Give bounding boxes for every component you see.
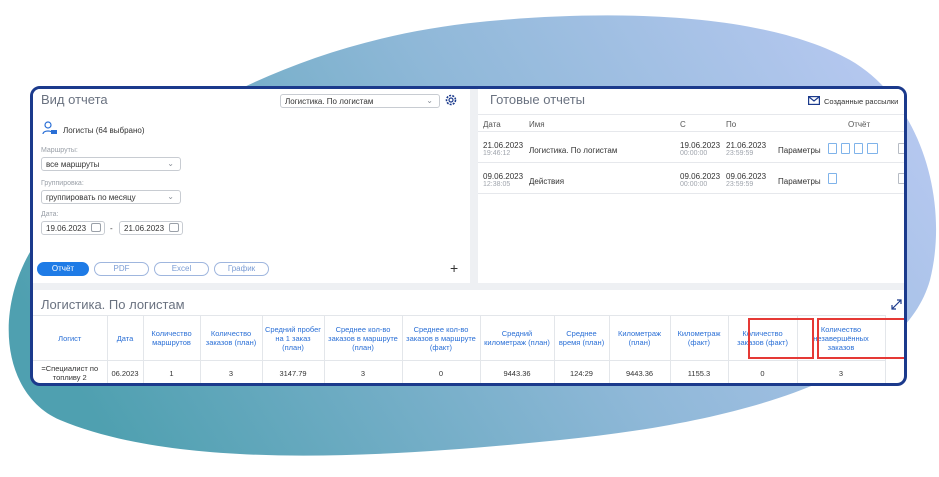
header-avg-km-plan[interactable]: Средний километраж (план) (480, 315, 555, 361)
divider (478, 193, 904, 194)
row1-name[interactable]: Логистика. По логистам (529, 146, 617, 155)
cell-routes-count: 1 (143, 360, 201, 383)
cell-orders-plan: 3 (200, 360, 263, 383)
panel-gap (470, 89, 478, 283)
panel-title: Вид отчета (41, 92, 108, 107)
row2-name[interactable]: Действия (529, 177, 564, 186)
row2-params-link[interactable]: Параметры (778, 177, 821, 186)
chart-icon[interactable] (867, 143, 878, 154)
cell-date: 06.2023 (107, 360, 144, 383)
cell-logist: =Специалист по топливу 2 (33, 360, 108, 383)
chevron-down-icon: ⌄ (167, 159, 174, 168)
ready-reports-panel: Готовые отчеты Созданные рассылки Дата И… (478, 89, 904, 283)
date-separator: - (110, 224, 113, 233)
routes-label: Маршруты: (41, 147, 78, 154)
col-name: Имя (529, 120, 545, 129)
cell-km-fact: 1155.3 (670, 360, 729, 383)
date-label: Дата: (41, 211, 59, 218)
excel-button[interactable]: Excel (154, 262, 209, 276)
grouping-value: группировать по месяцу (46, 193, 136, 202)
date-from-input[interactable]: 19.06.2023 (41, 221, 105, 235)
row1-time: 19:46:12 (483, 150, 511, 157)
row2-from: 09.06.2023 (680, 172, 721, 181)
report-type-select[interactable]: Логистика. По логистам ⌄ (280, 94, 440, 108)
date-to-input[interactable]: 21.06.2023 (119, 221, 183, 235)
routes-select[interactable]: все маршруты ⌄ (41, 157, 181, 171)
calendar-icon[interactable] (169, 223, 179, 232)
grouping-select[interactable]: группировать по месяцу ⌄ (41, 190, 181, 204)
header-logist[interactable]: Логист (33, 315, 108, 361)
calendar-icon[interactable] (91, 223, 101, 232)
users-icon (42, 121, 57, 135)
row1-date: 21.06.2023 (483, 141, 524, 150)
panel-title: Готовые отчеты (490, 92, 586, 107)
divider (478, 162, 904, 163)
header-km-fact[interactable]: Километраж (факт) (670, 315, 729, 361)
row2-time: 12:38:05 (483, 181, 511, 188)
col-report: Отчёт (848, 120, 871, 129)
chevron-down-icon: ⌄ (167, 192, 174, 201)
mail-icon[interactable] (808, 96, 820, 105)
header-avg-time-plan[interactable]: Среднее время (план) (554, 315, 610, 361)
report-type-value: Логистика. По логистам (285, 97, 374, 106)
chart-button[interactable]: График (214, 262, 269, 276)
row2-date: 09.06.2023 (483, 172, 524, 181)
header-routes-count[interactable]: Количество маршрутов (143, 315, 201, 361)
result-title: Логистика. По логистам (41, 297, 185, 312)
row2-to-time: 23:59:59 (726, 181, 754, 188)
divider (478, 131, 904, 132)
row2-to: 09.06.2023 (726, 172, 767, 181)
cell-km-plan: 9443.36 (609, 360, 671, 383)
date-from-value: 19.06.2023 (46, 224, 87, 233)
report-type-panel: Вид отчета Логистика. По логистам ⌄ Логи… (33, 89, 470, 283)
header-orders-plan[interactable]: Количество заказов (план) (200, 315, 263, 361)
header-km-plan[interactable]: Километраж (план) (609, 315, 671, 361)
divider (478, 114, 904, 115)
trash-icon[interactable] (898, 173, 904, 184)
grouping-label: Группировка: (41, 180, 84, 187)
col-to: По (726, 120, 737, 129)
cell-avg-orders-route-plan: 3 (324, 360, 403, 383)
cell-avg-time-plan: 124:29 (554, 360, 610, 383)
row1-from: 19.06.2023 (680, 141, 721, 150)
table-row: =Специалист по топливу 2 06.2023 1 3 314… (33, 360, 886, 383)
pdf-button[interactable]: PDF (94, 262, 149, 276)
header-avg-orders-route-plan[interactable]: Среднее кол-во заказов в маршруте (план) (324, 315, 403, 361)
row1-to-time: 23:59:59 (726, 150, 754, 157)
header-avg-mileage-plan[interactable]: Средний пробег на 1 заказ (план) (262, 315, 325, 361)
section-separator (33, 283, 904, 290)
routes-value: все маршруты (46, 160, 100, 169)
highlight-unfinished-orders (817, 318, 904, 359)
date-to-value: 21.06.2023 (124, 224, 165, 233)
app-window: Вид отчета Логистика. По логистам ⌄ Логи… (30, 86, 907, 386)
mailing-link[interactable]: Созданные рассылки (824, 97, 898, 106)
cell-unfinished-orders: 3 (797, 360, 886, 383)
document-icon[interactable] (828, 173, 837, 184)
row1-from-time: 00:00:00 (680, 150, 708, 157)
row2-from-time: 00:00:00 (680, 181, 708, 188)
cell-avg-mileage-plan: 3147.79 (262, 360, 325, 383)
header-date[interactable]: Дата (107, 315, 144, 361)
cell-avg-orders-route-fact: 0 (402, 360, 481, 383)
header-avg-orders-route-fact[interactable]: Среднее кол-во заказов в маршруте (факт) (402, 315, 481, 361)
col-date: Дата (483, 120, 501, 129)
report-button[interactable]: Отчёт (37, 262, 89, 276)
highlight-orders-fact (748, 318, 814, 359)
trash-icon[interactable] (898, 143, 904, 154)
pdf-icon[interactable] (841, 143, 850, 154)
col-from: С (680, 120, 686, 129)
chevron-down-icon: ⌄ (426, 96, 433, 105)
cell-avg-km-plan: 9443.36 (480, 360, 555, 383)
gear-icon[interactable] (444, 93, 458, 107)
document-icon[interactable] (828, 143, 837, 154)
expand-icon[interactable] (891, 299, 902, 310)
row1-to: 21.06.2023 (726, 141, 767, 150)
excel-icon[interactable] (854, 143, 863, 154)
add-button[interactable]: + (450, 260, 458, 276)
row1-params-link[interactable]: Параметры (778, 146, 821, 155)
logists-link[interactable]: Логисты (64 выбрано) (63, 126, 145, 135)
cell-orders-fact: 0 (728, 360, 798, 383)
